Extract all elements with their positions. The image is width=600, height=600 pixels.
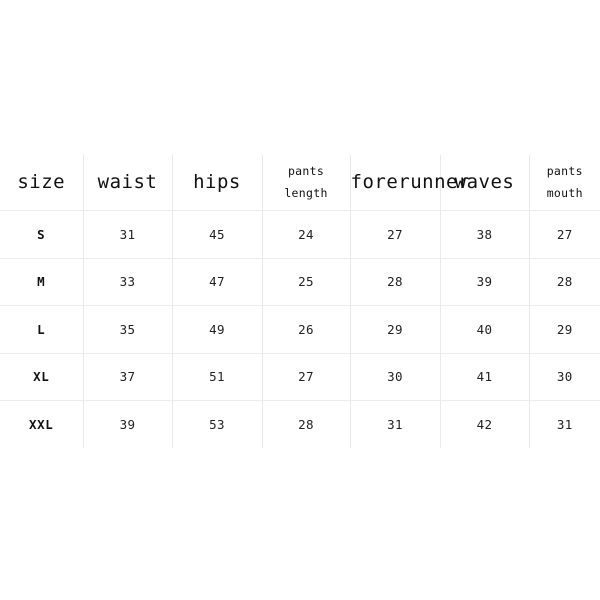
cell-hips: 51 xyxy=(172,353,263,401)
column-header-waist: waist xyxy=(83,155,173,211)
cell-hips: 47 xyxy=(172,258,263,306)
cell-waves: 41 xyxy=(440,353,530,401)
cell-forerunner: 28 xyxy=(350,258,441,306)
table-row: XXL 39 53 28 31 42 31 xyxy=(0,400,600,448)
table-body: S 31 45 24 27 38 27 M 33 47 25 28 39 28 L 35 49 26 29 40 29 X… xyxy=(0,210,600,448)
cell-waist: 31 xyxy=(83,210,173,259)
column-header-label: forerunner xyxy=(350,171,470,194)
cell-waist: 37 xyxy=(83,353,173,401)
column-header-line: length xyxy=(284,185,328,200)
cell-pants_mouth: 30 xyxy=(529,353,600,401)
column-header-label: pants length xyxy=(263,161,350,204)
column-header-hips: hips xyxy=(172,155,263,211)
cell-hips: 53 xyxy=(172,400,263,448)
cell-waves: 40 xyxy=(440,305,530,354)
cell-pants_length: 27 xyxy=(262,353,351,401)
cell-pants_length: 26 xyxy=(262,305,351,354)
column-header-label: hips xyxy=(193,171,241,194)
cell-hips: 45 xyxy=(172,210,263,259)
size-label-cell: M xyxy=(0,258,84,306)
cell-forerunner: 27 xyxy=(350,210,441,259)
column-header-line: mouth xyxy=(546,185,583,200)
column-header-pants_length: pants length xyxy=(262,155,351,211)
column-header-label: size xyxy=(17,171,66,194)
cell-forerunner: 29 xyxy=(350,305,441,354)
column-header-pants_mouth: pants mouth xyxy=(529,155,600,211)
column-header-label: pants mouth xyxy=(530,161,600,204)
cell-pants_mouth: 27 xyxy=(529,210,600,259)
cell-forerunner: 31 xyxy=(350,400,441,448)
column-header-line: pants xyxy=(546,164,583,179)
cell-waist: 35 xyxy=(83,305,173,354)
cell-waves: 38 xyxy=(440,210,530,259)
cell-pants_length: 28 xyxy=(262,400,351,448)
cell-forerunner: 30 xyxy=(350,353,441,401)
cell-hips: 49 xyxy=(172,305,263,354)
cell-waist: 33 xyxy=(83,258,173,306)
cell-pants_length: 25 xyxy=(262,258,351,306)
table-row: M 33 47 25 28 39 28 xyxy=(0,258,600,306)
cell-pants_mouth: 31 xyxy=(529,400,600,448)
column-header-line: pants xyxy=(287,164,325,179)
column-header-forerunner: forerunner xyxy=(350,155,470,211)
table-header-row: size waist hips pants length forerunner waves p… xyxy=(0,155,600,211)
cell-waves: 39 xyxy=(440,258,530,306)
size-label-cell: S xyxy=(0,210,84,259)
table-header: size waist hips pants length forerunner waves p… xyxy=(0,155,600,211)
size-chart-container: size waist hips pants length forerunner waves p… xyxy=(0,155,600,448)
cell-pants_mouth: 29 xyxy=(529,305,600,354)
table-row: L 35 49 26 29 40 29 xyxy=(0,305,600,354)
size-chart-table: size waist hips pants length forerunner waves p… xyxy=(0,155,600,448)
cell-waves: 42 xyxy=(440,400,530,448)
size-label-cell: XXL xyxy=(0,400,84,448)
column-header-label: waist xyxy=(97,171,158,194)
cell-pants_mouth: 28 xyxy=(529,258,600,306)
size-label-cell: L xyxy=(0,305,84,354)
cell-pants_length: 24 xyxy=(262,210,351,259)
size-label-cell: XL xyxy=(0,353,84,401)
cell-waist: 39 xyxy=(83,400,173,448)
table-row: XL 37 51 27 30 41 30 xyxy=(0,353,600,401)
column-header-size: size xyxy=(0,155,84,211)
table-row: S 31 45 24 27 38 27 xyxy=(0,210,600,259)
